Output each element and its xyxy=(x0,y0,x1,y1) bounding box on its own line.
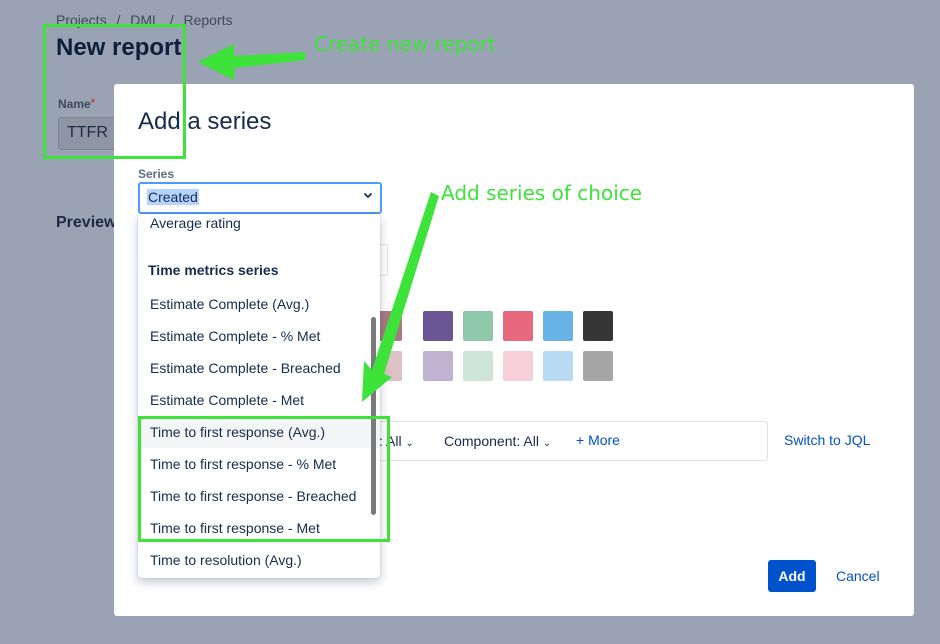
arrow-down-icon xyxy=(362,192,439,402)
arrow-left-icon xyxy=(198,44,305,80)
annotation-arrows xyxy=(198,44,439,402)
